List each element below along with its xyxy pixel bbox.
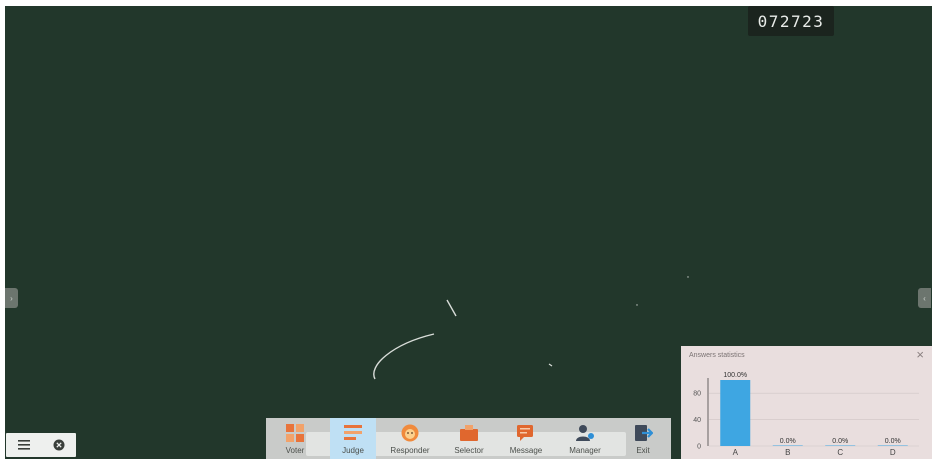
bar (720, 380, 751, 446)
voter-icon (286, 424, 304, 442)
responder-tool[interactable]: Responder (387, 418, 433, 459)
chalk-dot (687, 276, 689, 278)
close-circle-icon (53, 439, 64, 451)
bar-value-label: 0.0% (832, 438, 848, 445)
session-code: 072723 (748, 6, 834, 36)
bottom-left-controls (6, 433, 76, 457)
x-category-label: C (837, 448, 843, 457)
exit-label: Exit (636, 446, 650, 455)
bar-value-label: 0.0% (780, 438, 796, 445)
judge-tool[interactable]: Judge (330, 418, 376, 459)
y-tick-label: 0 (697, 444, 701, 451)
chalk-dot (636, 304, 638, 306)
responder-label: Responder (390, 446, 430, 455)
selector-label: Selector (454, 446, 484, 455)
voter-label: Voter (285, 446, 305, 455)
close-tools-button[interactable] (47, 435, 71, 455)
y-tick-label: 40 (693, 417, 701, 424)
responder-icon (401, 424, 419, 442)
right-panel-toggle[interactable]: ‹ (918, 288, 931, 308)
manager-label: Manager (569, 446, 601, 455)
manager-icon (576, 425, 594, 441)
message-icon (517, 425, 533, 441)
chevron-right-icon: › (10, 293, 13, 303)
judge-icon (344, 425, 362, 440)
answers-statistics-panel: Answers statistics × 0 40 80 100.0% A 0.0% B 0.… (681, 346, 932, 459)
chalk-dot (548, 363, 553, 367)
chalk-stroke-line (446, 299, 457, 317)
manager-tool[interactable]: Manager (562, 418, 608, 459)
chalk-stroke-curve (373, 333, 435, 380)
message-label: Message (509, 446, 543, 455)
x-category-label: D (890, 448, 896, 457)
bar (825, 445, 856, 446)
y-tick-label: 80 (693, 391, 701, 398)
menu-button[interactable] (12, 435, 36, 455)
left-panel-toggle[interactable]: › (5, 288, 18, 308)
menu-icon (17, 440, 30, 450)
exit-tool[interactable]: Exit (620, 418, 666, 459)
bar-value-label: 0.0% (885, 438, 901, 445)
x-category-label: B (785, 448, 790, 457)
x-category-label: A (733, 448, 739, 457)
selector-tool[interactable]: Selector (446, 418, 492, 459)
exit-icon (635, 425, 653, 441)
chevron-left-icon: ‹ (923, 293, 926, 303)
bar (877, 445, 908, 446)
bar-value-label: 100.0% (723, 372, 747, 379)
voter-tool[interactable]: Voter (272, 418, 318, 459)
bar (772, 445, 803, 446)
message-tool[interactable]: Message (503, 418, 549, 459)
answers-bar-chart: 0 40 80 100.0% A 0.0% B 0.0% C 0.0% D (693, 372, 919, 457)
selector-icon (460, 425, 478, 441)
classroom-toolbar: Voter Judge Responder Selector Message M… (266, 418, 671, 459)
judge-label: Judge (342, 446, 364, 455)
